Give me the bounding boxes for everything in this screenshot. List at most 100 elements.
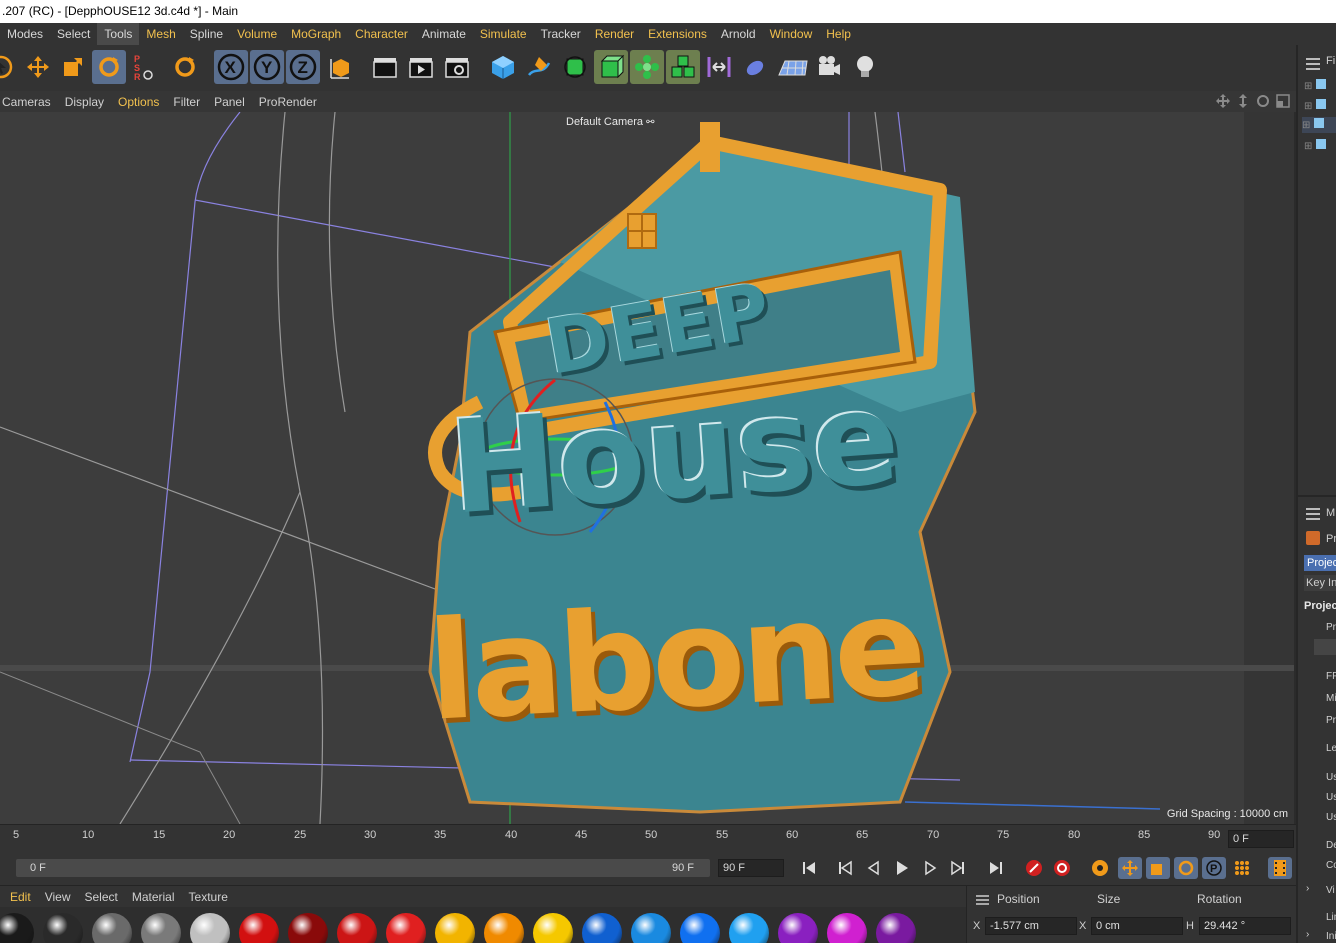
- timeline-ruler[interactable]: 5 10 15 20 25 30 35 40 45 50 55 60 65 70…: [0, 824, 1296, 851]
- scale-tool-button[interactable]: [56, 50, 90, 84]
- menu-animate[interactable]: Animate: [415, 23, 473, 45]
- rotate-tool-button[interactable]: [92, 50, 126, 84]
- material-swatch[interactable]: [337, 913, 377, 943]
- live-selection-tool-button[interactable]: [0, 50, 18, 84]
- 3d-viewport[interactable]: DEEP House labone Default Camera ⚯ Grid …: [0, 112, 1294, 824]
- menu-help[interactable]: Help: [819, 23, 858, 45]
- material-swatch[interactable]: [827, 913, 867, 943]
- property-field[interactable]: [1314, 639, 1336, 655]
- camera-object-button[interactable]: [812, 50, 846, 84]
- field-button[interactable]: [738, 50, 772, 84]
- camera-link-icon[interactable]: ⚯: [646, 117, 654, 128]
- menu-render[interactable]: Render: [588, 23, 641, 45]
- menu-select[interactable]: Select: [50, 23, 97, 45]
- material-swatch[interactable]: [190, 913, 230, 943]
- current-frame-field[interactable]: 0 F: [1228, 830, 1294, 848]
- cloner-button[interactable]: [630, 50, 664, 84]
- cube-object-button[interactable]: [486, 50, 520, 84]
- move-tool-button[interactable]: [21, 50, 55, 84]
- goto-end-button[interactable]: [984, 857, 1008, 879]
- material-swatch[interactable]: [631, 913, 671, 943]
- rotation-key-button[interactable]: [1174, 857, 1198, 879]
- play-button[interactable]: [890, 857, 914, 879]
- material-menu-texture[interactable]: Texture: [182, 890, 235, 904]
- menu-extensions[interactable]: Extensions: [641, 23, 714, 45]
- menu-tracker[interactable]: Tracker: [534, 23, 588, 45]
- material-swatch[interactable]: [141, 913, 181, 943]
- expand-arrow-icon[interactable]: ›: [1306, 883, 1309, 894]
- next-frame-button[interactable]: [918, 857, 942, 879]
- object-manager-tab[interactable]: Fi: [1326, 55, 1335, 67]
- zoom-view-icon[interactable]: [1236, 94, 1250, 108]
- material-swatch[interactable]: [0, 913, 34, 943]
- menu-arnold[interactable]: Arnold: [714, 23, 763, 45]
- material-swatch[interactable]: [386, 913, 426, 943]
- material-swatch[interactable]: [435, 913, 475, 943]
- end-frame-field[interactable]: 90 F: [718, 859, 784, 877]
- attributes-menu-icon[interactable]: [1304, 507, 1324, 521]
- coordinate-system-button[interactable]: [324, 50, 358, 84]
- render-view-button[interactable]: [368, 50, 402, 84]
- attributes-tab[interactable]: M: [1326, 507, 1335, 519]
- material-swatch[interactable]: [680, 913, 720, 943]
- size-x-field[interactable]: 0 cm: [1091, 917, 1183, 935]
- rotation-h-field[interactable]: 29.442 °: [1199, 917, 1291, 935]
- psr-tool-button[interactable]: PSR: [131, 50, 155, 84]
- menu-hamburger-icon[interactable]: [1304, 57, 1324, 71]
- floor-button[interactable]: [776, 50, 810, 84]
- frame-range-slider[interactable]: 0 F 90 F: [16, 859, 710, 877]
- render-settings-button[interactable]: [440, 50, 474, 84]
- goto-start-button[interactable]: [797, 857, 821, 879]
- expand-icon[interactable]: ⊞: [1304, 101, 1312, 112]
- position-x-field[interactable]: -1.577 cm: [985, 917, 1077, 935]
- autokey-button[interactable]: [1050, 857, 1074, 879]
- light-object-button[interactable]: [848, 50, 882, 84]
- expand-icon[interactable]: ⊞: [1304, 81, 1312, 92]
- z-axis-lock-button[interactable]: Z: [286, 50, 320, 84]
- menu-mesh[interactable]: Mesh: [139, 23, 182, 45]
- project-tab[interactable]: Projec: [1304, 555, 1336, 571]
- orbit-view-icon[interactable]: [1256, 94, 1270, 108]
- y-axis-lock-button[interactable]: Y: [250, 50, 284, 84]
- expand-icon[interactable]: ⊞: [1304, 141, 1312, 152]
- point-level-key-button[interactable]: [1230, 857, 1254, 879]
- viewport-menu-display[interactable]: Display: [58, 95, 111, 109]
- render-to-picture-viewer-button[interactable]: [404, 50, 438, 84]
- object-tree-row[interactable]: ⊞: [1304, 138, 1336, 152]
- maximize-view-icon[interactable]: [1276, 94, 1290, 108]
- x-axis-lock-button[interactable]: X: [214, 50, 248, 84]
- viewport-menu-cameras[interactable]: Cameras: [0, 95, 58, 109]
- material-swatch[interactable]: [582, 913, 622, 943]
- pan-view-icon[interactable]: [1216, 94, 1230, 108]
- keyframe-selection-button[interactable]: [1088, 857, 1112, 879]
- record-keys-button[interactable]: [1022, 857, 1046, 879]
- recent-tools-button[interactable]: [168, 50, 202, 84]
- viewport-menu-options[interactable]: Options: [111, 95, 166, 109]
- object-tree-row[interactable]: ⊞: [1304, 78, 1336, 92]
- material-menu-select[interactable]: Select: [77, 890, 124, 904]
- material-swatch[interactable]: [729, 913, 769, 943]
- expand-icon[interactable]: ⊞: [1302, 120, 1310, 131]
- key-interpolation-tab[interactable]: Key In: [1304, 575, 1336, 591]
- viewport-menu-filter[interactable]: Filter: [166, 95, 207, 109]
- menu-window[interactable]: Window: [763, 23, 820, 45]
- menu-character[interactable]: Character: [348, 23, 415, 45]
- extrude-generator-button[interactable]: [594, 50, 628, 84]
- menu-volume[interactable]: Volume: [230, 23, 284, 45]
- material-swatch[interactable]: [239, 913, 279, 943]
- next-key-button[interactable]: [946, 857, 970, 879]
- material-menu-edit[interactable]: Edit: [0, 890, 38, 904]
- position-key-button[interactable]: [1118, 857, 1142, 879]
- pen-spline-button[interactable]: [522, 50, 556, 84]
- coordinates-menu-icon[interactable]: [975, 894, 991, 906]
- subdivision-surface-button[interactable]: [558, 50, 592, 84]
- prev-key-button[interactable]: [833, 857, 857, 879]
- material-menu-material[interactable]: Material: [125, 890, 182, 904]
- material-swatch[interactable]: [92, 913, 132, 943]
- material-swatch[interactable]: [484, 913, 524, 943]
- material-menu-view[interactable]: View: [38, 890, 78, 904]
- menu-mograph[interactable]: MoGraph: [284, 23, 348, 45]
- material-swatch[interactable]: [43, 913, 83, 943]
- deformer-button[interactable]: [702, 50, 736, 84]
- timeline-window-button[interactable]: [1268, 857, 1292, 879]
